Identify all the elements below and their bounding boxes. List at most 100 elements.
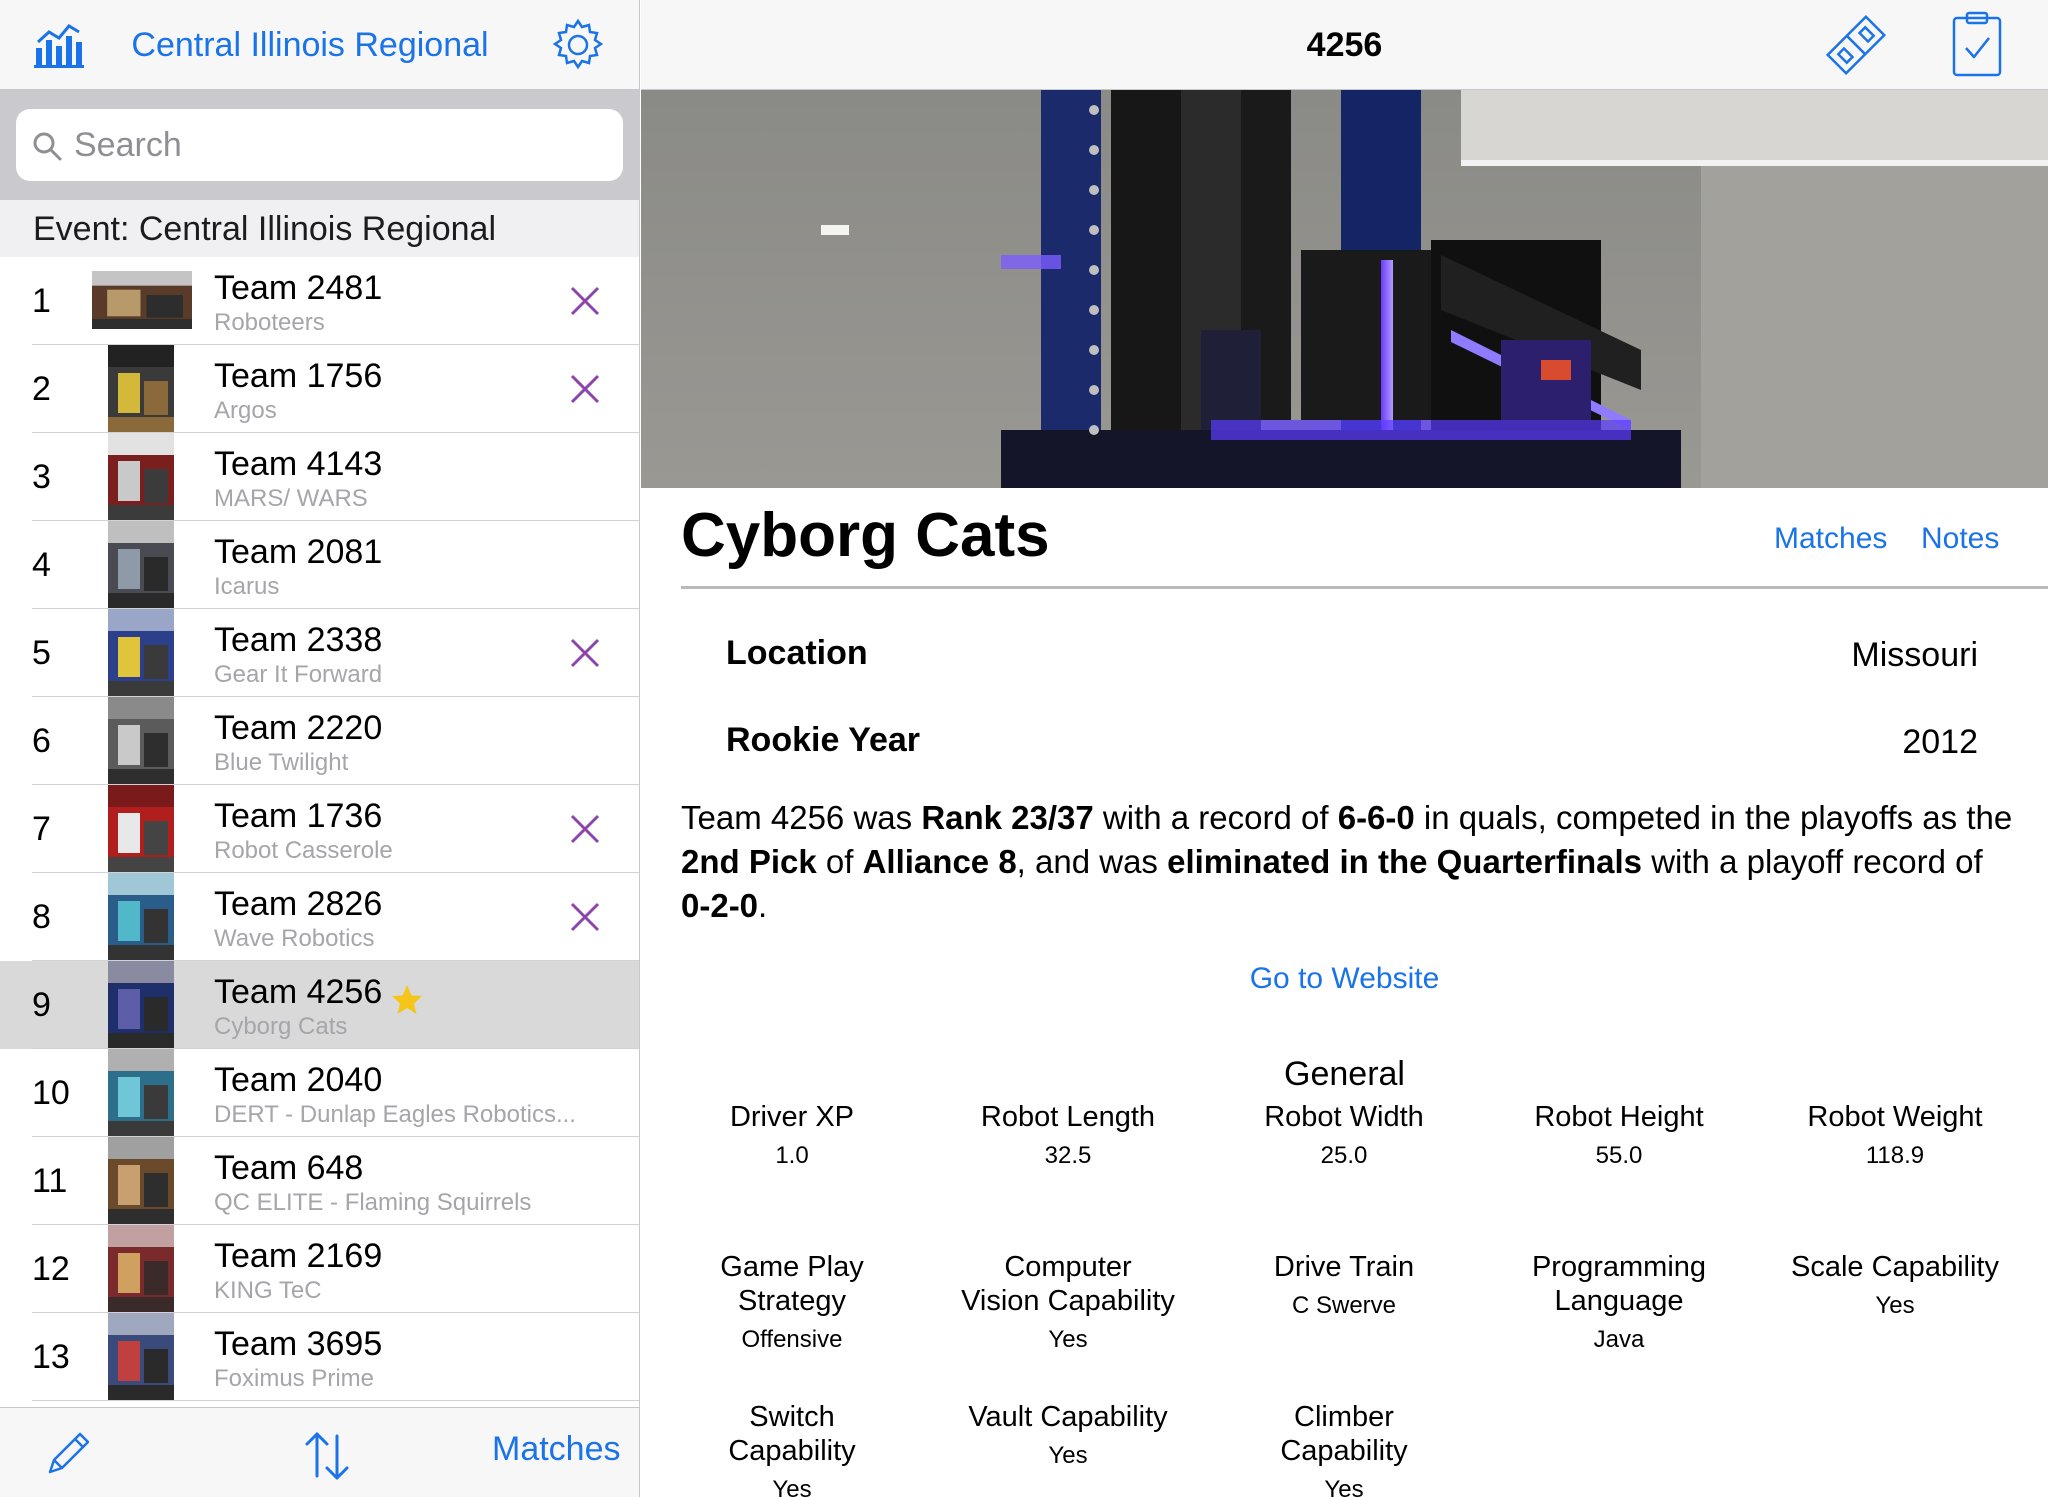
performance-summary: Team 4256 was Rank 23/37 with a record o… <box>681 796 2021 928</box>
summary-alliance: Alliance 8 <box>862 843 1017 880</box>
stat-cell: Driver XP 1.0 <box>667 1100 917 1172</box>
summary-text: Team 4256 was <box>681 799 922 836</box>
stat-cell: Game Play Strategy Offensive <box>667 1250 917 1356</box>
stat-value: 1.0 <box>775 1142 809 1169</box>
team-photo-thumbnail <box>108 1049 174 1136</box>
stat-label: Game Play Strategy <box>720 1251 864 1317</box>
stat-cell: Vault Capability Yes <box>943 1400 1193 1472</box>
team-number-label: Team 2220 <box>214 709 383 747</box>
team-row[interactable]: 1 Team 2481 Roboteers <box>0 257 639 345</box>
stat-label: Computer Vision Capability <box>961 1251 1175 1317</box>
team-nickname-label: Cyborg Cats <box>214 1013 348 1040</box>
team-row[interactable]: 4 Team 2081 Icarus <box>0 521 639 609</box>
team-rank: 7 <box>32 810 51 848</box>
team-photo-thumbnail <box>108 1225 174 1312</box>
robot-photo <box>641 90 2048 488</box>
team-nickname-label: Blue Twilight <box>214 749 349 776</box>
team-number-label: Team 1736 <box>214 797 383 835</box>
right-nav-bar: 4256 <box>641 0 2048 90</box>
stat-cell: Programming Language Java <box>1494 1250 1744 1356</box>
stat-label: Switch Capability <box>728 1401 856 1467</box>
team-number-label: Team 2481 <box>214 269 383 307</box>
team-nickname-label: Roboteers <box>214 309 325 336</box>
team-nickname-label: KING TeC <box>214 1277 322 1304</box>
stat-cell: Switch Capability Yes <box>667 1400 917 1497</box>
stat-cell: Robot Width 25.0 <box>1219 1100 1469 1172</box>
team-photo-thumbnail <box>108 609 174 696</box>
rookie-year-label: Rookie Year <box>726 721 921 759</box>
search-icon <box>33 132 62 161</box>
team-photo-thumbnail <box>92 271 192 329</box>
picked-cross-icon <box>570 374 600 404</box>
go-to-website-button[interactable]: Go to Website <box>1250 962 1440 995</box>
search-field[interactable] <box>16 109 623 181</box>
team-nickname-label: DERT - Dunlap Eagles Robotics... <box>214 1101 576 1128</box>
team-photo-thumbnail <box>108 433 174 520</box>
team-nickname-label: Argos <box>214 397 277 424</box>
stat-label: Robot Width <box>1264 1101 1424 1133</box>
summary-rank: Rank 23/37 <box>921 799 1094 836</box>
stat-value: Yes <box>1048 1326 1088 1353</box>
team-list-pane: Central Illinois Regional Event: Central… <box>0 0 640 1497</box>
gear-icon[interactable] <box>550 17 606 73</box>
team-row[interactable]: 12 Team 2169 KING TeC <box>0 1225 639 1313</box>
summary-text: with a playoff record of <box>1642 843 1983 880</box>
team-row[interactable]: 5 Team 2338 Gear It Forward <box>0 609 639 697</box>
app-root: Central Illinois Regional Event: Central… <box>0 0 2048 1497</box>
section-header-label: Event: Central Illinois Regional <box>33 210 497 248</box>
general-section-header: General <box>1284 1055 1405 1093</box>
team-row[interactable]: 3 Team 4143 MARS/ WARS <box>0 433 639 521</box>
team-photo-thumbnail <box>108 521 174 608</box>
team-rank: 3 <box>32 458 51 496</box>
stat-value: 118.9 <box>1865 1142 1925 1169</box>
matches-button[interactable]: Matches <box>492 1430 621 1469</box>
event-title[interactable]: Central Illinois Regional <box>110 0 510 90</box>
team-rank: 5 <box>32 634 51 672</box>
stat-label: Robot Height <box>1534 1101 1704 1133</box>
team-row[interactable]: 8 Team 2826 Wave Robotics <box>0 873 639 961</box>
stat-label: Vault Capability <box>968 1401 1168 1433</box>
stats-chart-icon[interactable] <box>34 22 84 68</box>
stat-value: Yes <box>1324 1476 1364 1497</box>
left-nav-bar: Central Illinois Regional <box>0 0 639 90</box>
stat-value: Offensive <box>741 1326 843 1353</box>
summary-text: of <box>816 843 863 880</box>
stat-label: Climber Capability <box>1280 1401 1408 1467</box>
team-photo-thumbnail <box>108 785 174 872</box>
team-list: 1 Team 2481 Roboteers 2 Team 1756 Argos 3 Team … <box>0 257 639 1407</box>
team-row[interactable]: 9 Team 4256 Cyborg Cats <box>0 961 639 1049</box>
team-detail-pane: 4256 Cyborg Cats Matches Notes Location … <box>641 0 2048 1497</box>
pencil-icon[interactable] <box>42 1430 92 1480</box>
left-toolbar: Matches <box>0 1407 639 1497</box>
team-row[interactable]: 2 Team 1756 Argos <box>0 345 639 433</box>
team-row[interactable]: 6 Team 2220 Blue Twilight <box>0 697 639 785</box>
team-number-label: Team 2169 <box>214 1237 383 1275</box>
team-rank: 9 <box>32 986 51 1024</box>
summary-playoff-record: 0-2-0 <box>681 887 759 924</box>
team-photo-thumbnail <box>108 1137 174 1224</box>
team-row[interactable]: 10 Team 2040 DERT - Dunlap Eagles Robotics… <box>0 1049 639 1137</box>
search-input[interactable] <box>74 119 594 171</box>
matches-link[interactable]: Matches <box>1774 522 1887 556</box>
team-row[interactable]: 13 Team 3695 Foximus Prime <box>0 1313 639 1401</box>
team-nickname-label: Gear It Forward <box>214 661 383 688</box>
sort-icon[interactable] <box>302 1430 352 1482</box>
notes-link[interactable]: Notes <box>1921 522 1999 556</box>
team-number-label: Team 2040 <box>214 1061 383 1099</box>
picked-cross-icon <box>570 638 600 668</box>
team-rank: 13 <box>32 1338 70 1376</box>
team-row[interactable]: 7 Team 1736 Robot Casserole <box>0 785 639 873</box>
team-number-label: Team 648 <box>214 1149 364 1187</box>
team-rank: 1 <box>32 282 51 320</box>
team-photo-thumbnail <box>108 697 174 784</box>
team-row[interactable]: 11 Team 648 QC ELITE - Flaming Squirrels <box>0 1137 639 1225</box>
team-number-label: Team 4256 <box>214 973 383 1011</box>
team-nickname-label: Robot Casserole <box>214 837 393 864</box>
star-icon <box>392 985 422 1014</box>
team-number-label: Team 4143 <box>214 445 383 483</box>
stat-label: Scale Capability <box>1791 1251 1999 1283</box>
field-diagram-icon[interactable] <box>1823 12 1889 78</box>
rookie-year-value: 2012 <box>1902 723 1978 761</box>
clipboard-check-icon[interactable] <box>1951 10 2003 78</box>
team-rank: 12 <box>32 1250 70 1288</box>
